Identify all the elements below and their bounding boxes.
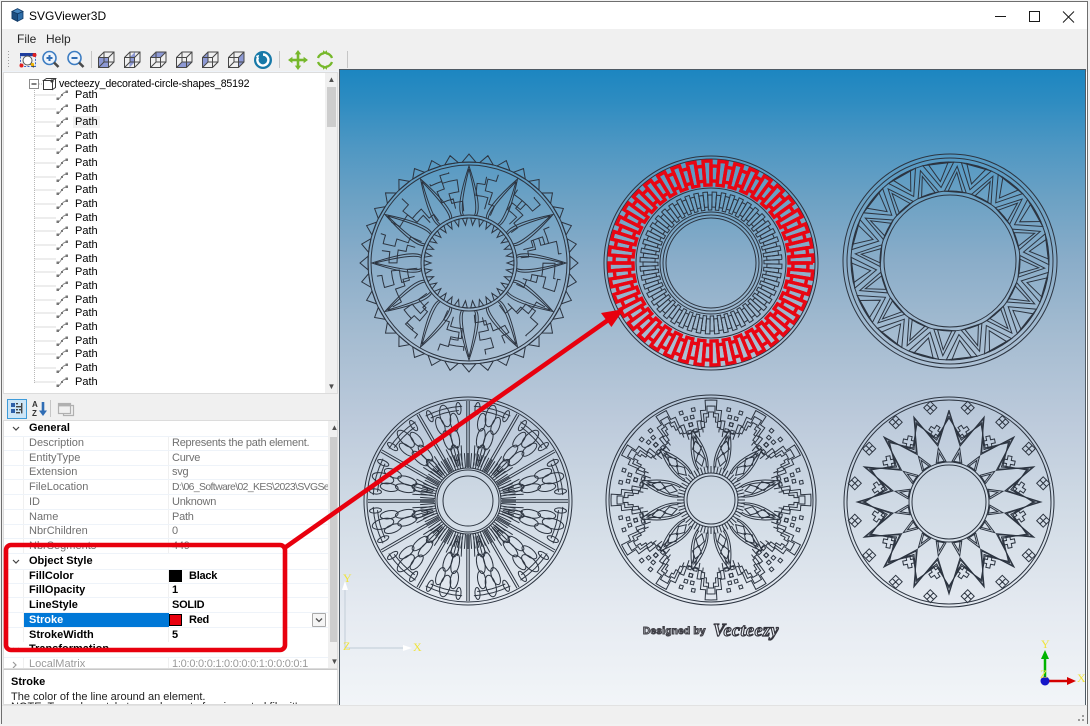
svg-text:X: X: [413, 640, 422, 654]
svg-text:X: X: [1077, 671, 1085, 685]
svg-text:Y: Y: [1041, 637, 1050, 651]
svg-text:Vecteezy: Vecteezy: [713, 620, 779, 640]
svg-text:Z: Z: [343, 639, 350, 653]
svg-text:Designed by: Designed by: [643, 626, 706, 637]
svg-text:Y: Y: [343, 571, 352, 585]
svg-text:Z: Z: [32, 409, 37, 418]
svg-text:Z: Z: [1040, 667, 1047, 681]
